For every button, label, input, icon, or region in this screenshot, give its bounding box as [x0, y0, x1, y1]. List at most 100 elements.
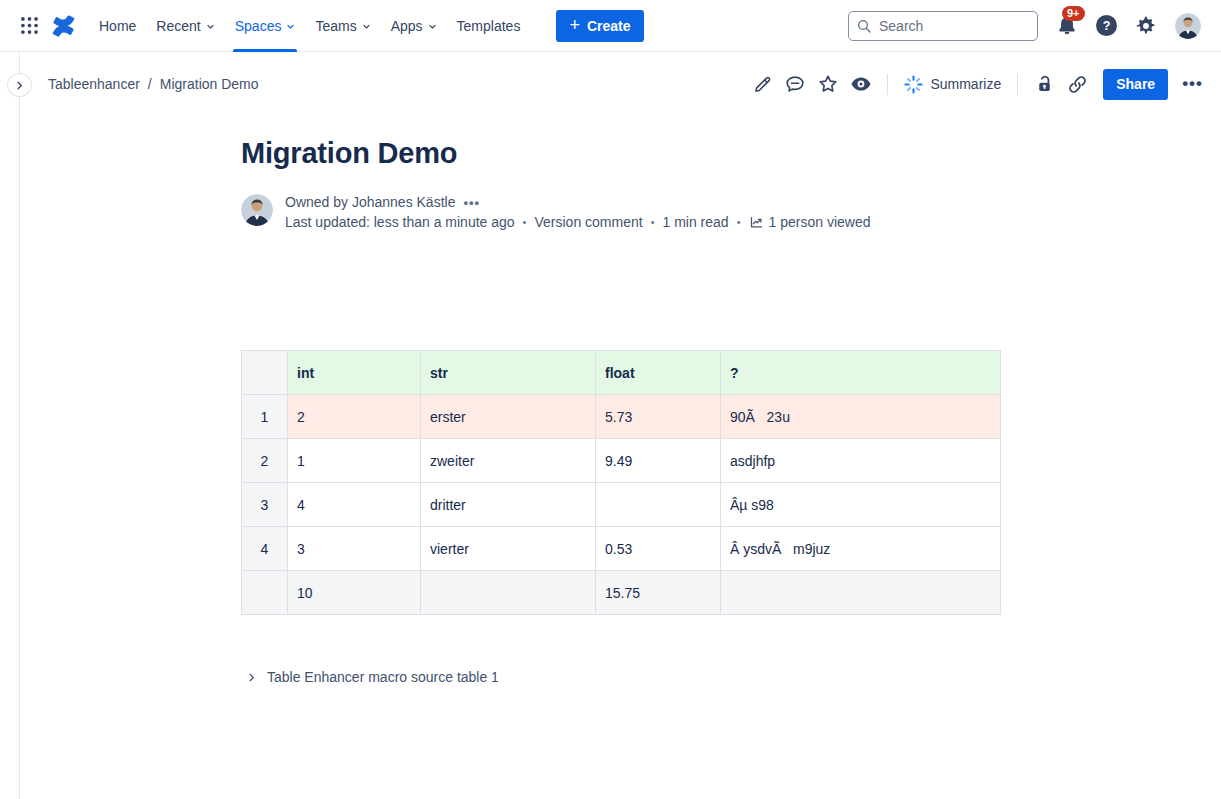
divider — [887, 74, 888, 95]
expand-sidebar-button[interactable] — [7, 73, 32, 97]
row-number: 3 — [242, 483, 288, 527]
owner-more-icon[interactable]: ••• — [463, 195, 480, 210]
table-cell[interactable]: erster — [421, 395, 596, 439]
link-icon[interactable] — [1065, 71, 1089, 97]
expander-label: Table Enhancer macro source table 1 — [267, 669, 499, 685]
breadcrumb-page-link[interactable]: Migration Demo — [160, 76, 259, 92]
help-glyph: ? — [1096, 15, 1117, 36]
summarize-label: Summarize — [930, 76, 1001, 92]
table-cell[interactable]: 4 — [288, 483, 421, 527]
column-header[interactable]: int — [288, 351, 421, 395]
confluence-logo-icon[interactable] — [50, 13, 77, 39]
watch-eye-icon[interactable] — [849, 71, 873, 97]
more-actions-icon[interactable]: ••• — [1182, 74, 1203, 94]
plus-icon: + — [569, 16, 580, 34]
settings-gear-icon[interactable] — [1135, 15, 1157, 37]
notifications-bell-icon[interactable]: 9+ — [1056, 15, 1078, 37]
nav-teams[interactable]: Teams — [305, 0, 380, 52]
star-icon[interactable] — [816, 71, 840, 97]
nav-templates[interactable]: Templates — [447, 0, 531, 52]
column-header[interactable]: ? — [721, 351, 1001, 395]
chevron-down-icon — [286, 22, 295, 31]
table-cell[interactable]: Â ysdvÃ m9juz — [721, 527, 1001, 571]
nav-home-label: Home — [99, 18, 136, 34]
table-row: 1 2 erster 5.73 90Ã 23u — [242, 395, 1001, 439]
owner-avatar[interactable] — [241, 194, 273, 226]
views-analytics[interactable]: 1 person viewed — [749, 214, 871, 230]
last-updated[interactable]: Last updated: less than a minute ago — [285, 214, 515, 230]
analytics-chart-icon — [749, 215, 764, 230]
table-cell[interactable]: 9.49 — [596, 439, 721, 483]
chevron-right-icon — [246, 672, 257, 683]
chevron-down-icon — [206, 22, 215, 31]
table-cell[interactable]: 5.73 — [596, 395, 721, 439]
unlock-icon[interactable] — [1032, 71, 1056, 97]
top-navigation: Home Recent Spaces Teams Apps Templates … — [0, 0, 1221, 52]
table-row: 3 4 dritter Âµ s98 — [242, 483, 1001, 527]
table-cell[interactable]: 10 — [288, 571, 421, 615]
table-cell[interactable]: 3 — [288, 527, 421, 571]
create-button[interactable]: + Create — [556, 10, 643, 42]
table-cell[interactable] — [421, 571, 596, 615]
table-row: 2 1 zweiter 9.49 asdjhfp — [242, 439, 1001, 483]
notifications-badge: 9+ — [1062, 6, 1085, 21]
create-button-label: Create — [587, 18, 631, 34]
comment-icon[interactable] — [783, 71, 807, 97]
table-cell[interactable]: Âµ s98 — [721, 483, 1001, 527]
owned-by[interactable]: Owned by Johannes Kästle — [285, 194, 455, 210]
nav-recent[interactable]: Recent — [146, 0, 224, 52]
nav-apps[interactable]: Apps — [381, 0, 447, 52]
divider — [1017, 74, 1018, 95]
table-header-row: int str float ? — [242, 351, 1001, 395]
page-title: Migration Demo — [241, 136, 1221, 170]
breadcrumb-separator: / — [148, 76, 152, 92]
table-cell[interactable]: 90Ã 23u — [721, 395, 1001, 439]
row-number: 4 — [242, 527, 288, 571]
table-cell[interactable] — [596, 483, 721, 527]
edit-pencil-icon[interactable] — [750, 71, 774, 97]
chevron-down-icon — [428, 22, 437, 31]
table-cell[interactable]: asdjhfp — [721, 439, 1001, 483]
search-container — [848, 11, 1038, 41]
row-number: 2 — [242, 439, 288, 483]
column-header[interactable]: float — [596, 351, 721, 395]
nav-apps-label: Apps — [391, 18, 423, 34]
table-cell[interactable]: dritter — [421, 483, 596, 527]
table-cell[interactable]: 15.75 — [596, 571, 721, 615]
nav-recent-label: Recent — [156, 18, 200, 34]
table-cell[interactable]: 0.53 — [596, 527, 721, 571]
column-header[interactable]: str — [421, 351, 596, 395]
chevron-right-icon — [14, 80, 25, 91]
byline: Owned by Johannes Kästle ••• Last update… — [241, 194, 1221, 230]
table-cell[interactable]: 1 — [288, 439, 421, 483]
nav-spaces[interactable]: Spaces — [225, 0, 306, 52]
table-cell[interactable]: zweiter — [421, 439, 596, 483]
breadcrumb-space-link[interactable]: Tableenhancer — [48, 76, 140, 92]
dot-separator: • — [651, 216, 655, 228]
table-cell[interactable] — [721, 571, 1001, 615]
data-table: int str float ? 1 2 erster 5.73 90Ã 23u … — [241, 350, 1001, 615]
help-icon[interactable]: ? — [1096, 15, 1117, 36]
sparkle-icon — [904, 75, 923, 94]
row-number: 1 — [242, 395, 288, 439]
nav-home[interactable]: Home — [89, 0, 146, 52]
nav-templates-label: Templates — [457, 18, 521, 34]
share-button[interactable]: Share — [1103, 69, 1168, 100]
row-number — [242, 571, 288, 615]
macro-source-expander[interactable]: Table Enhancer macro source table 1 — [246, 669, 1221, 685]
table-row: 4 3 vierter 0.53 Â ysdvÃ m9juz — [242, 527, 1001, 571]
breadcrumb-action-bar: Tableenhancer / Migration Demo Summarize — [0, 52, 1221, 116]
table-cell[interactable]: 2 — [288, 395, 421, 439]
chevron-down-icon — [362, 22, 371, 31]
row-number-header — [242, 351, 288, 395]
version-comment[interactable]: Version comment — [534, 214, 642, 230]
app-switcher-icon[interactable] — [14, 11, 44, 41]
nav-spaces-label: Spaces — [235, 18, 282, 34]
search-input[interactable] — [848, 11, 1038, 41]
summarize-button[interactable]: Summarize — [902, 75, 1003, 94]
user-avatar[interactable] — [1175, 13, 1201, 39]
nav-teams-label: Teams — [315, 18, 356, 34]
table-cell[interactable]: vierter — [421, 527, 596, 571]
breadcrumb: Tableenhancer / Migration Demo — [48, 76, 259, 92]
dot-separator: • — [737, 216, 741, 228]
